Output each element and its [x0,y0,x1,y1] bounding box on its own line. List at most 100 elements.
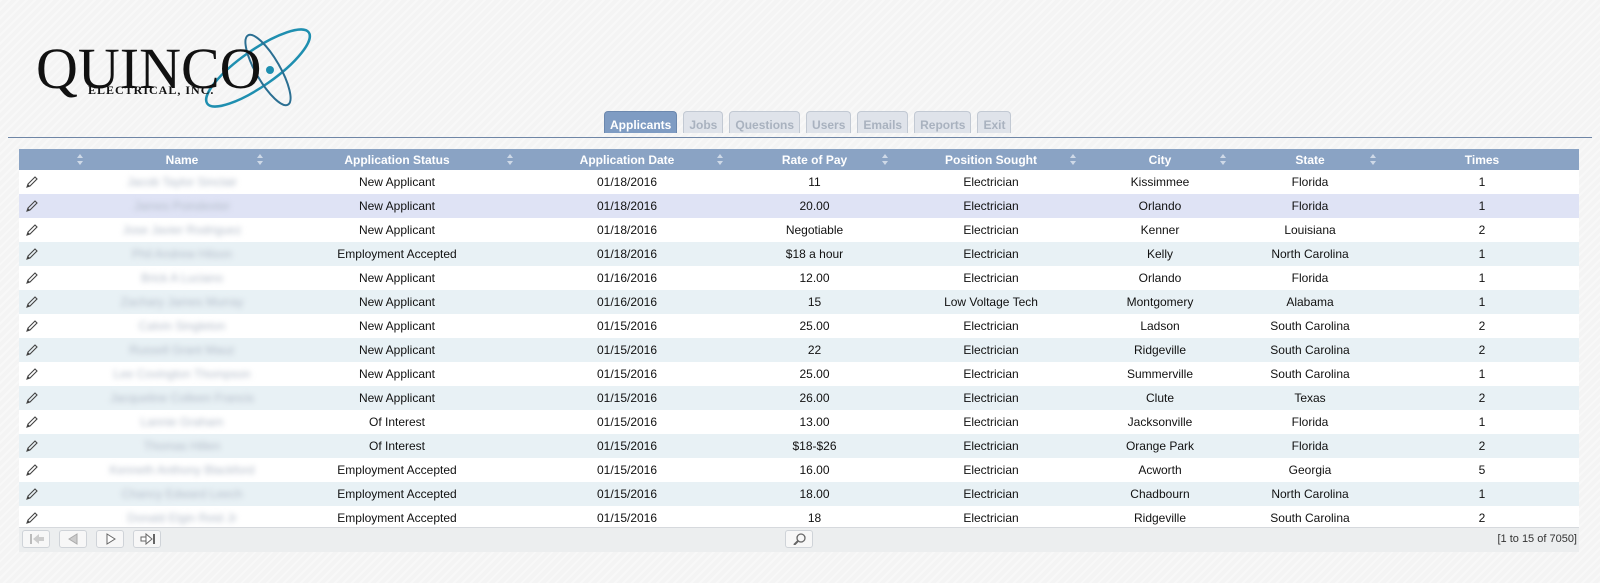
edit-cell[interactable] [19,170,92,194]
table-row[interactable]: Jacob Taylor Sinclair New Applicant 01/18/… [19,170,1579,194]
city-cell: Clute [1085,386,1235,410]
table-row[interactable]: Thomas Hillen Of Interest 01/15/2016 $18-$2… [19,434,1579,458]
tab-questions[interactable]: Questions [729,111,801,133]
col-header-rate[interactable]: Rate of Pay [732,149,897,170]
edit-cell[interactable] [19,362,92,386]
table-row[interactable]: Russell Grant Mauz New Applicant 01/15/201… [19,338,1579,362]
edit-cell[interactable] [19,218,92,242]
edit-cell[interactable] [19,314,92,338]
state-cell: Texas [1235,386,1385,410]
tab-applicants[interactable]: Applicants [604,111,678,133]
sort-icon[interactable] [507,154,514,165]
pencil-edit-icon[interactable] [25,439,39,453]
sort-icon[interactable] [1220,154,1227,165]
pencil-edit-icon[interactable] [25,271,39,285]
edit-cell[interactable] [19,194,92,218]
brand-subtitle: ELECTRICAL, INC. [88,83,214,97]
edit-cell[interactable] [19,434,92,458]
col-header-edit[interactable] [19,149,92,170]
name-cell: Jose Javier Rodriguez [92,218,272,242]
pencil-edit-icon[interactable] [25,487,39,501]
name-cell: Kenneth Anthony Blackford [92,458,272,482]
first-page-button[interactable] [22,530,50,548]
name-cell: Zachary James Murray [92,290,272,314]
position-cell: Electrician [897,170,1085,194]
sort-icon[interactable] [77,154,84,165]
table-row[interactable]: Zachary James Murray New Applicant 01/16/2… [19,290,1579,314]
table-row[interactable]: James Poindexter New Applicant 01/18/2016 2… [19,194,1579,218]
table-row[interactable]: Brick A Luciano New Applicant 01/16/2016 12… [19,266,1579,290]
pencil-edit-icon[interactable] [25,367,39,381]
status-cell: Employment Accepted [272,458,522,482]
pencil-edit-icon[interactable] [25,391,39,405]
next-page-button[interactable] [96,530,124,548]
tab-emails[interactable]: Emails [857,111,909,133]
rate-cell: $18 a hour [732,242,897,266]
pencil-edit-icon[interactable] [25,319,39,333]
col-header-name[interactable]: Name [92,149,272,170]
city-cell: Ridgeville [1085,338,1235,362]
col-header-state[interactable]: State [1235,149,1385,170]
pencil-edit-icon[interactable] [25,295,39,309]
col-header-date[interactable]: Application Date [522,149,732,170]
edit-cell[interactable] [19,386,92,410]
pencil-edit-icon[interactable] [25,247,39,261]
date-cell: 01/18/2016 [522,170,732,194]
sort-icon[interactable] [1070,154,1077,165]
name-cell: Thomas Hillen [92,434,272,458]
edit-cell[interactable] [19,290,92,314]
pencil-edit-icon[interactable] [25,463,39,477]
tab-divider [8,137,1592,138]
pencil-edit-icon[interactable] [25,175,39,189]
pencil-edit-icon[interactable] [25,343,39,357]
times-cell: 1 [1385,482,1579,506]
pencil-edit-icon[interactable] [25,415,39,429]
pencil-edit-icon[interactable] [25,223,39,237]
sort-icon[interactable] [257,154,264,165]
last-page-button[interactable] [133,530,161,548]
date-cell: 01/18/2016 [522,242,732,266]
state-cell: North Carolina [1235,242,1385,266]
position-cell: Electrician [897,266,1085,290]
grid-header-row: Name Application Status Application Date… [19,149,1579,170]
pencil-edit-icon[interactable] [25,199,39,213]
edit-cell[interactable] [19,482,92,506]
table-row[interactable]: Calvin Singleton New Applicant 01/15/2016 2… [19,314,1579,338]
table-row[interactable]: Phil Andrew Hilson Employment Accepted 01/… [19,242,1579,266]
col-header-city[interactable]: City [1085,149,1235,170]
previous-page-button[interactable] [59,530,87,548]
tab-users[interactable]: Users [806,111,852,133]
edit-cell[interactable] [19,266,92,290]
edit-cell[interactable] [19,338,92,362]
edit-cell[interactable] [19,242,92,266]
col-header-times[interactable]: Times [1385,149,1579,170]
table-row[interactable]: Chancy Edward Leech Employment Accepted 01… [19,482,1579,506]
date-cell: 01/18/2016 [522,194,732,218]
col-header-status[interactable]: Application Status [272,149,522,170]
city-cell: Orange Park [1085,434,1235,458]
pencil-edit-icon[interactable] [25,511,39,525]
status-cell: Employment Accepted [272,482,522,506]
sort-icon[interactable] [717,154,724,165]
table-row[interactable]: Lee Covington Thompson New Applicant 01/15… [19,362,1579,386]
search-button[interactable] [785,530,813,548]
edit-cell[interactable] [19,410,92,434]
col-header-position[interactable]: Position Sought [897,149,1085,170]
tab-reports[interactable]: Reports [914,111,972,133]
tab-jobs[interactable]: Jobs [683,111,724,133]
table-row[interactable]: Jacqueline Colleen Francis New Applicant 0… [19,386,1579,410]
table-row[interactable]: Kenneth Anthony Blackford Employment Acce… [19,458,1579,482]
times-cell: 1 [1385,290,1579,314]
name-cell: Lannie Graham [92,410,272,434]
edit-cell[interactable] [19,458,92,482]
name-cell: Jacob Taylor Sinclair [92,170,272,194]
sort-icon[interactable] [1370,154,1377,165]
sort-icon[interactable] [882,154,889,165]
table-row[interactable]: Lannie Graham Of Interest 01/15/2016 13.00 E… [19,410,1579,434]
city-cell: Kelly [1085,242,1235,266]
table-row[interactable]: Jose Javier Rodriguez New Applicant 01/18/… [19,218,1579,242]
status-cell: Of Interest [272,410,522,434]
state-cell: Florida [1235,194,1385,218]
tab-exit[interactable]: Exit [977,111,1012,133]
search-icon [793,533,806,545]
